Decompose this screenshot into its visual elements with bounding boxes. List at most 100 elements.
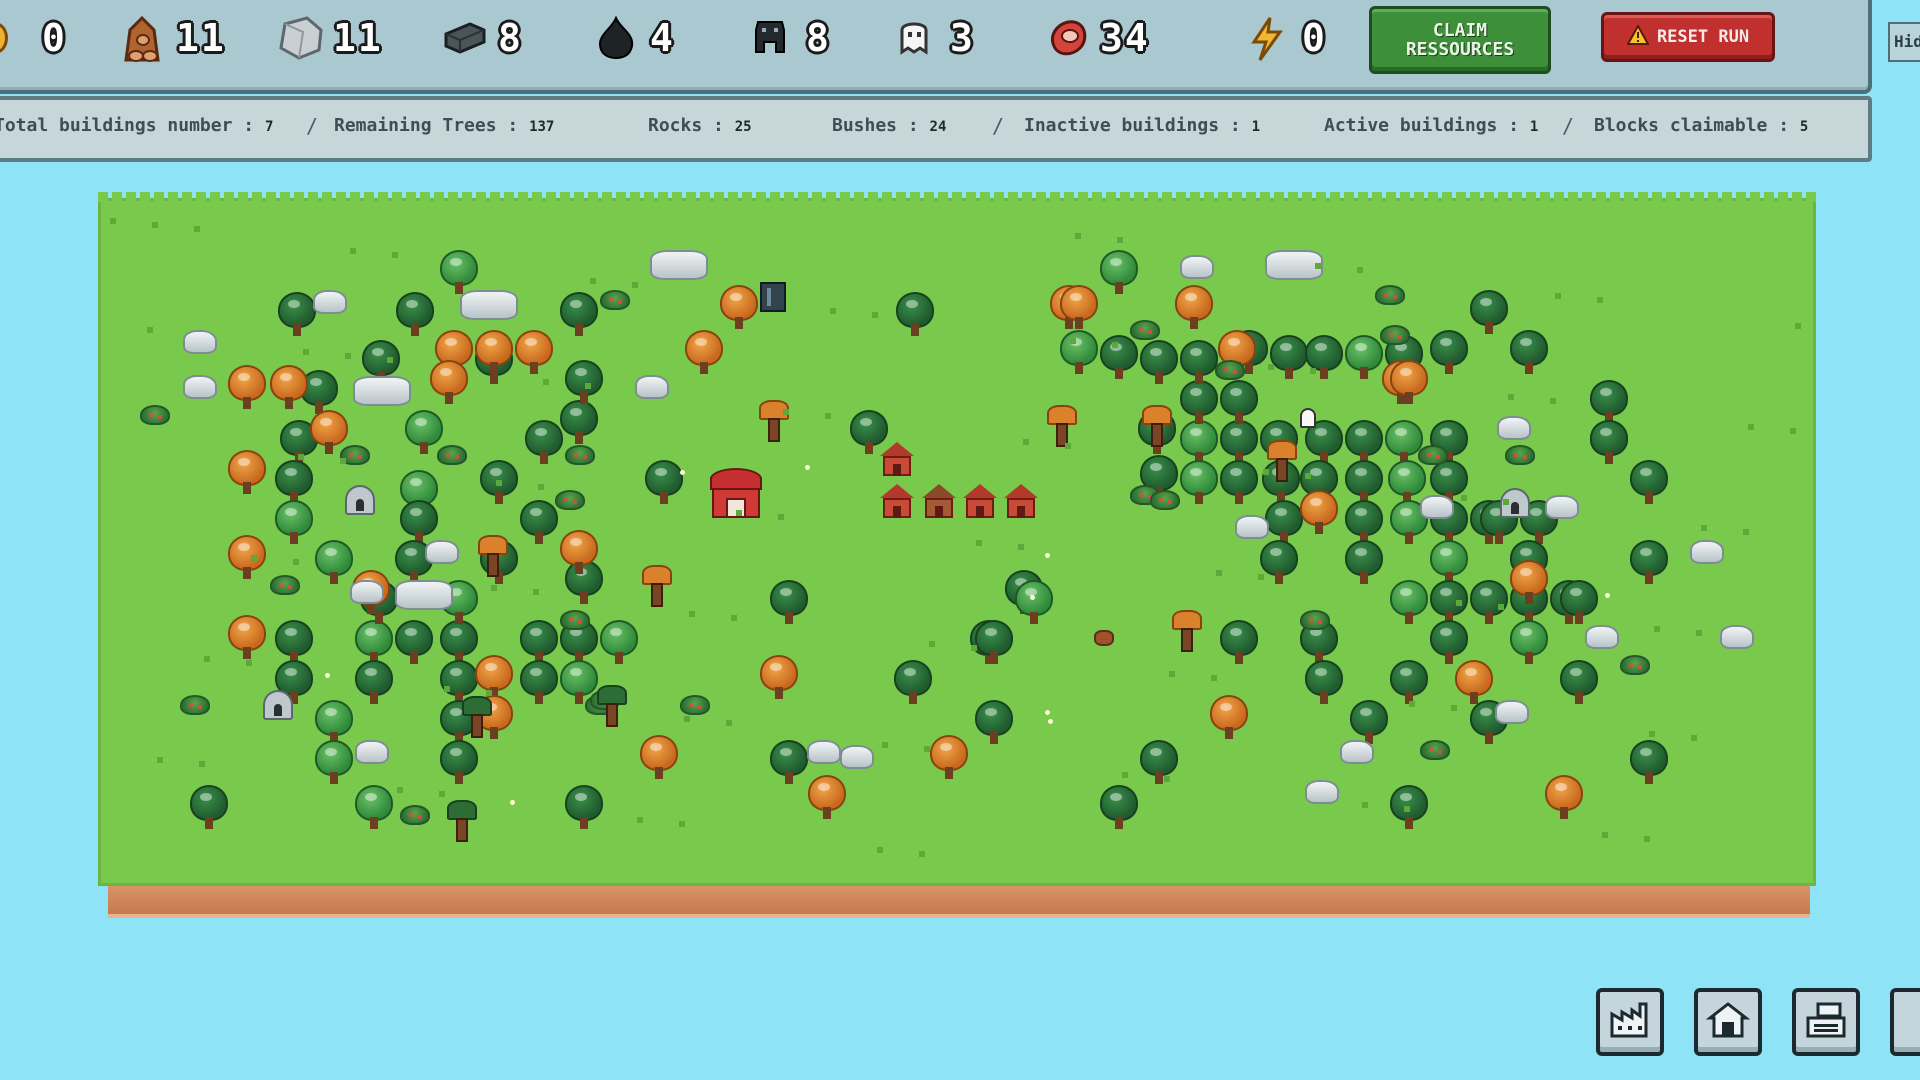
dead-tree[interactable] [1265,440,1299,486]
tree[interactable] [565,785,603,831]
tree[interactable] [1100,785,1138,831]
tree[interactable] [315,740,353,786]
dead-tree[interactable] [1045,405,1079,451]
house-button[interactable] [1694,988,1762,1056]
tree-autumn[interactable] [1455,660,1493,706]
tree[interactable] [645,460,683,506]
tree[interactable] [1390,660,1428,706]
tree-autumn[interactable] [930,735,968,781]
register-button[interactable] [1792,988,1860,1056]
tree[interactable] [1060,330,1098,376]
rock[interactable] [355,740,389,764]
tree[interactable] [355,660,393,706]
rock[interactable] [840,745,874,769]
tree-autumn[interactable] [228,535,266,581]
tree[interactable] [1015,580,1053,626]
factory-button[interactable] [1596,988,1664,1056]
tree[interactable] [1260,540,1298,586]
furnace[interactable] [345,485,375,515]
tree[interactable] [1100,250,1138,296]
tree[interactable] [896,292,934,338]
bush[interactable] [1150,490,1180,510]
tree-autumn[interactable] [760,655,798,701]
bush[interactable] [560,610,590,630]
tree[interactable] [520,660,558,706]
dead-tree[interactable] [640,565,674,611]
bush[interactable] [437,445,467,465]
rock[interactable] [395,580,453,610]
tree[interactable] [1390,580,1428,626]
ghost[interactable] [1300,408,1316,428]
house[interactable] [922,484,956,518]
bush[interactable] [1380,325,1410,345]
house[interactable] [880,484,914,518]
tree[interactable] [1100,335,1138,381]
tree[interactable] [565,360,603,406]
rock[interactable] [1720,625,1754,649]
palm-tree[interactable] [595,685,629,731]
bush[interactable] [555,490,585,510]
rock[interactable] [183,375,217,399]
rock[interactable] [1420,495,1454,519]
tree[interactable] [275,500,313,546]
dead-tree[interactable] [476,535,510,581]
tree[interactable] [1220,460,1258,506]
dead-tree[interactable] [1140,405,1174,451]
bush[interactable] [1420,740,1450,760]
bush[interactable] [1375,285,1405,305]
tree-autumn[interactable] [1060,285,1098,331]
tree[interactable] [1430,330,1468,376]
rock[interactable] [1235,515,1269,539]
tree[interactable] [1630,740,1668,786]
house[interactable] [963,484,997,518]
tree[interactable] [1470,580,1508,626]
bush[interactable] [1215,360,1245,380]
tree[interactable] [315,540,353,586]
bush[interactable] [1130,320,1160,340]
tree-autumn[interactable] [640,735,678,781]
tree-autumn[interactable] [1175,285,1213,331]
tree-autumn[interactable] [430,360,468,406]
tree[interactable] [1345,540,1383,586]
tree[interactable] [396,292,434,338]
tree-autumn[interactable] [808,775,846,821]
rock[interactable] [1495,700,1529,724]
tree[interactable] [1270,335,1308,381]
tree[interactable] [1630,540,1668,586]
tree[interactable] [1590,420,1628,466]
rock[interactable] [350,580,384,604]
bush[interactable] [1418,445,1448,465]
bush[interactable] [565,445,595,465]
dead-tree[interactable] [757,400,791,446]
tree[interactable] [190,785,228,831]
palm-tree[interactable] [445,800,479,846]
island-map[interactable] [90,188,1824,918]
tree[interactable] [1345,335,1383,381]
rock[interactable] [313,290,347,314]
dead-tree[interactable] [1170,610,1204,656]
rock[interactable] [1340,740,1374,764]
tree-autumn[interactable] [270,365,308,411]
tree[interactable] [1510,620,1548,666]
tree[interactable] [975,700,1013,746]
rock[interactable] [650,250,708,280]
tree[interactable] [975,620,1013,666]
tree[interactable] [770,580,808,626]
tree[interactable] [405,410,443,456]
tree-autumn[interactable] [475,330,513,376]
palm-tree[interactable] [460,696,494,742]
tree[interactable] [1220,620,1258,666]
tree-autumn[interactable] [1210,695,1248,741]
rock[interactable] [460,290,518,320]
rock[interactable] [1180,255,1214,279]
house[interactable] [880,442,914,476]
tree-autumn[interactable] [228,365,266,411]
tree[interactable] [1470,290,1508,336]
tree[interactable] [1140,740,1178,786]
tree[interactable] [1180,380,1218,426]
tree[interactable] [560,292,598,338]
bush[interactable] [180,695,210,715]
tree[interactable] [440,250,478,296]
tree-autumn[interactable] [1390,360,1428,406]
tree[interactable] [1560,660,1598,706]
